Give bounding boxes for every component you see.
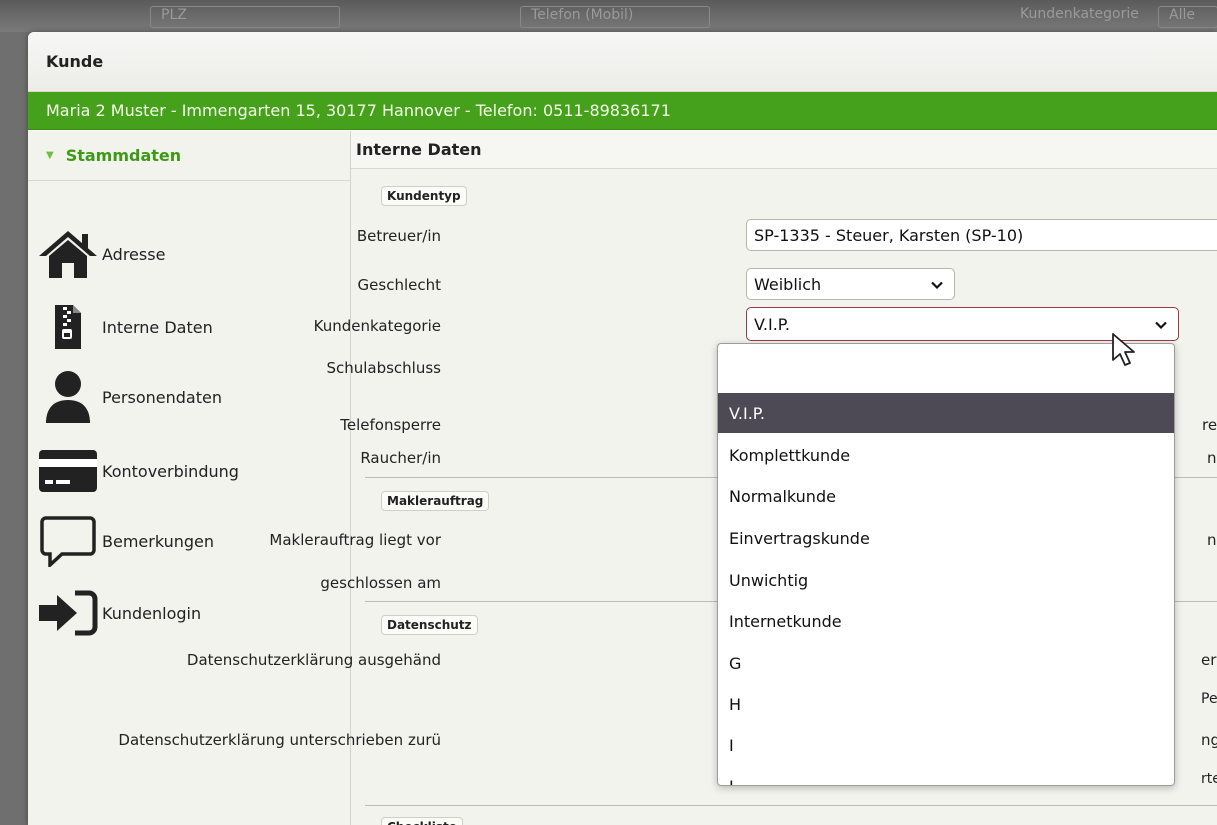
- datenschutz-right-label-1: ersö: [1201, 651, 1217, 669]
- kundenkategorie-value: V.I.P.: [754, 314, 791, 334]
- background-label-kundenkategorie: Kundenkategorie: [1020, 6, 1139, 22]
- betreuer-label: Betreuer/in: [356, 227, 441, 245]
- background-field-plz: PLZ: [150, 6, 340, 28]
- background-field-alle: Alle: [1158, 6, 1217, 28]
- datenschutz-ausgehaendigt-label: Datenschutzerklärung ausgehänd: [186, 651, 441, 669]
- sidebar-item-label: Personendaten: [102, 387, 222, 407]
- datenschutz-right-label-3: ng e: [1201, 731, 1217, 749]
- sidebar-section-label: Stammdaten: [65, 146, 182, 165]
- triangle-down-icon: ▼: [46, 150, 54, 161]
- dropdown-option[interactable]: Unwichtig: [718, 560, 1174, 600]
- section-label-maklerauftrag: Maklerauftrag: [381, 491, 490, 511]
- credit-card-icon: [36, 441, 100, 501]
- sidebar: ▼ Stammdaten Adresse Interne Daten Perso…: [28, 131, 351, 825]
- dropdown-option[interactable]: G: [718, 643, 1174, 683]
- raucher-label: Raucher/in: [360, 449, 441, 467]
- section-label-kundentyp: Kundentyp: [381, 186, 467, 206]
- sidebar-item-kundenlogin[interactable]: Kundenlogin: [36, 583, 336, 643]
- geschlecht-select[interactable]: Weiblich: [746, 268, 955, 300]
- dialog-title: Kunde: [28, 32, 1217, 92]
- chevron-down-icon: [1154, 315, 1168, 334]
- dropdown-option[interactable]: I: [718, 725, 1174, 765]
- sidebar-item-label: Kontoverbindung: [102, 461, 239, 481]
- sidebar-section-stammdaten[interactable]: ▼ Stammdaten: [28, 131, 350, 181]
- panel-title: Interne Daten: [351, 131, 1217, 169]
- datenschutz-unterschrieben-label: Datenschutzerklärung unterschrieben zurü: [118, 731, 441, 749]
- telefonsperre-label: Telefonsperre: [340, 416, 441, 434]
- maklerauftrag-right-label: n: [1207, 531, 1217, 549]
- sidebar-item-label: Interne Daten: [102, 317, 213, 337]
- dropdown-option[interactable]: Normalkunde: [718, 476, 1174, 516]
- background-app-bar: PLZ Telefon (Mobil) Kundenkategorie Alle: [0, 0, 1217, 32]
- betreuer-field[interactable]: SP-1335 - Steuer, Karsten (SP-10): [746, 219, 1217, 251]
- dropdown-option-selected[interactable]: V.I.P.: [718, 393, 1174, 433]
- geschlecht-label: Geschlecht: [357, 276, 441, 294]
- dropdown-option[interactable]: [718, 346, 1174, 386]
- chevron-down-icon: [930, 275, 944, 294]
- background-field-telefon: Telefon (Mobil): [520, 6, 710, 28]
- dropdown-option[interactable]: H: [718, 684, 1174, 724]
- dropdown-option[interactable]: Internetkunde: [718, 601, 1174, 641]
- mouse-pointer-icon: [1110, 332, 1138, 372]
- sidebar-item-adresse[interactable]: Adresse: [36, 224, 336, 284]
- person-icon: [36, 367, 100, 427]
- kundenkategorie-label: Kundenkategorie: [313, 317, 441, 335]
- datenschutz-right-label-2: Per E-: [1201, 691, 1217, 707]
- sidebar-item-label: Kundenlogin: [102, 603, 202, 623]
- kundenkategorie-dropdown-list: V.I.P. Komplettkunde Normalkunde Einvert…: [717, 343, 1175, 786]
- sidebar-item-kontoverbindung[interactable]: Kontoverbindung: [36, 441, 336, 501]
- geschlecht-value: Weiblich: [754, 274, 822, 294]
- section-divider: [365, 805, 1217, 806]
- dropdown-option[interactable]: Komplettkunde: [718, 435, 1174, 475]
- geschlossen-am-label: geschlossen am: [320, 574, 441, 592]
- raucher-right-label: n: [1207, 449, 1217, 467]
- dropdown-option[interactable]: J: [718, 766, 1174, 786]
- sidebar-item-personendaten[interactable]: Personendaten: [36, 367, 336, 427]
- section-label-datenschutz: Datenschutz: [381, 615, 478, 635]
- section-label-checkliste: Checkliste: [381, 817, 463, 825]
- schulabschluss-label: Schulabschluss: [326, 359, 441, 377]
- dropdown-option[interactable]: Einvertragskunde: [718, 518, 1174, 558]
- maklerauftrag-liegt-vor-label: Maklerauftrag liegt vor: [269, 531, 441, 549]
- zip-file-icon: [36, 297, 100, 357]
- datenschutz-right-label-4: rtei: [1201, 771, 1217, 787]
- telefonsperre-right-label: re: [1202, 416, 1217, 434]
- sidebar-item-label: Adresse: [102, 244, 166, 264]
- sidebar-item-label: Bemerkungen: [102, 531, 215, 551]
- betreuer-value: SP-1335 - Steuer, Karsten (SP-10): [754, 225, 1024, 245]
- sign-in-icon: [36, 583, 100, 643]
- speech-bubble-icon: [36, 511, 100, 571]
- customer-info-bar: Maria 2 Muster - Immengarten 15, 30177 H…: [28, 92, 1217, 130]
- sidebar-item-interne-daten[interactable]: Interne Daten: [36, 297, 336, 357]
- house-icon: [36, 224, 100, 284]
